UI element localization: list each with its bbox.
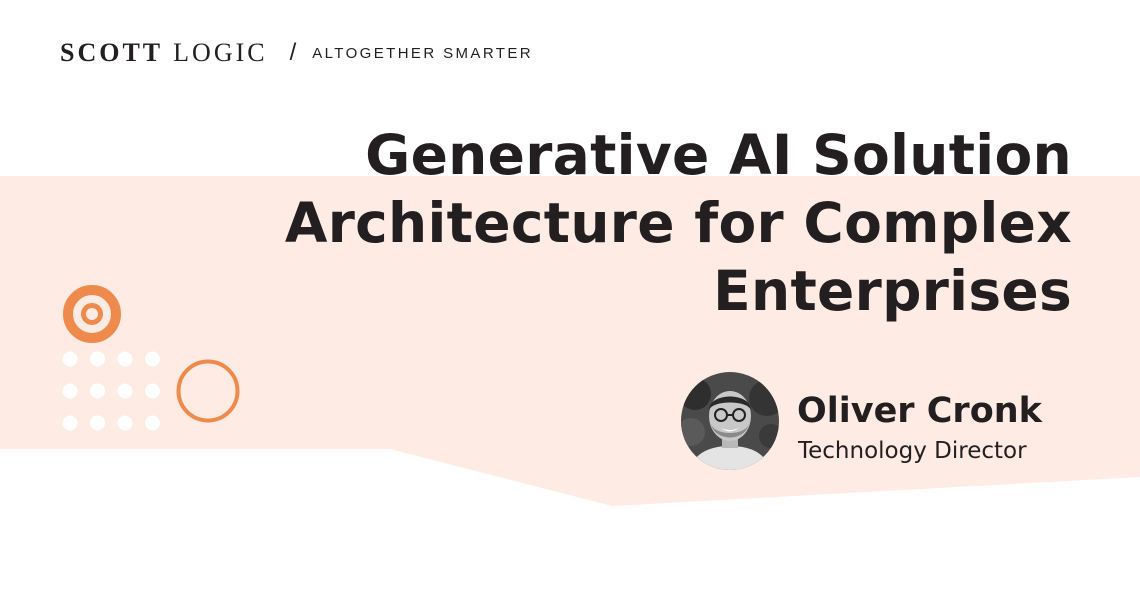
speaker-name: Oliver Cronk [797,391,1042,431]
speaker-role: Technology Director [798,438,1027,464]
title-line-2: Architecture for Complex [284,191,1072,255]
target-icon [63,285,121,343]
dot-grid [62,351,160,431]
page-title: Generative AI Solution Architecture for … [252,121,1072,325]
brand-tagline: ALTOGETHER SMARTER [312,44,533,62]
title-line-3: Enterprises [713,259,1072,323]
speaker-avatar [681,372,779,470]
ring-icon [176,359,240,423]
decorative-shapes [62,285,240,431]
title-line-1: Generative AI Solution [365,123,1072,187]
brand-separator: / [289,39,297,66]
